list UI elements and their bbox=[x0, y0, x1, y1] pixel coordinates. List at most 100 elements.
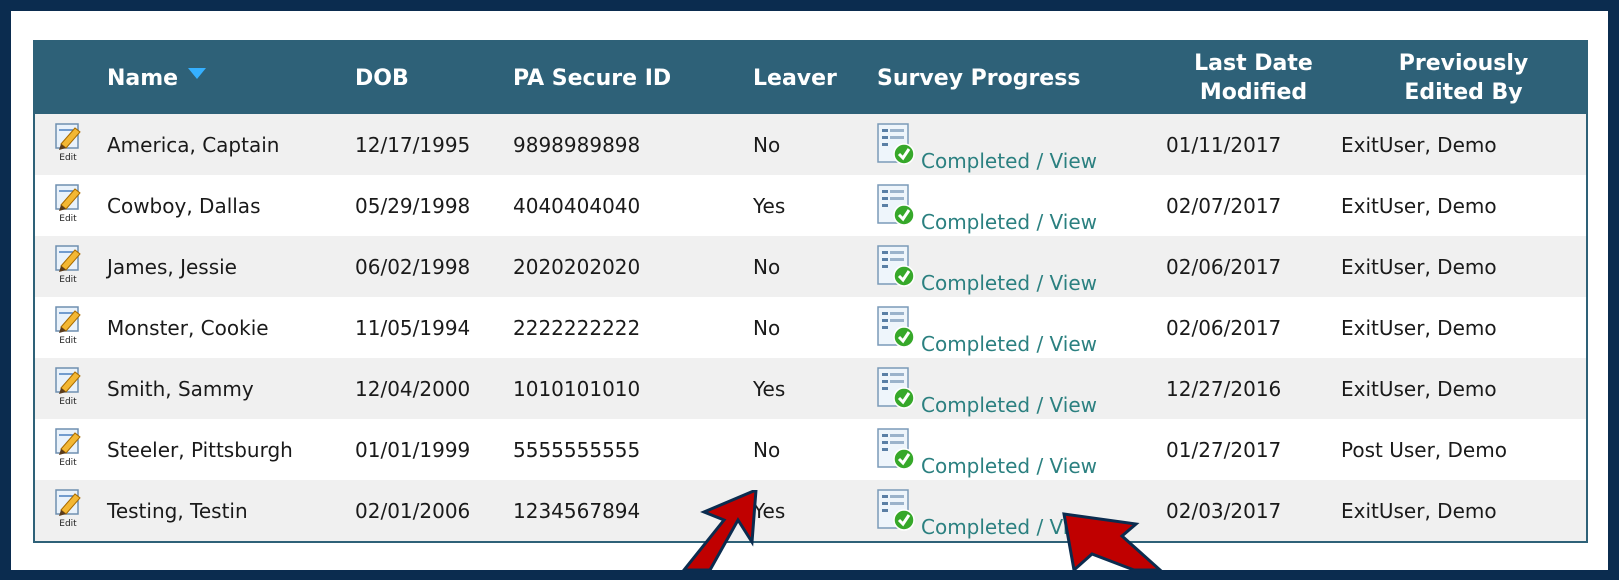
header-pa-secure-id[interactable]: PA Secure ID bbox=[513, 66, 753, 91]
table-row: Edit Cowboy, Dallas 05/29/1998 404040404… bbox=[35, 175, 1586, 236]
cell-survey-progress: Completed / View bbox=[877, 366, 1166, 417]
cell-survey-progress: Completed / View bbox=[877, 122, 1166, 173]
cell-pa-secure-id: 1010101010 bbox=[513, 376, 641, 401]
header-prev-line2: Edited By bbox=[1404, 80, 1523, 105]
cell-name: Monster, Cookie bbox=[107, 315, 269, 340]
cell-name: James, Jessie bbox=[107, 254, 237, 279]
cell-edited-by: ExitUser, Demo bbox=[1341, 315, 1497, 340]
edit-label: Edit bbox=[59, 397, 77, 406]
edit-pencil-icon[interactable]: Edit bbox=[53, 305, 83, 345]
table-row: Edit America, Captain 12/17/1995 9898989… bbox=[35, 114, 1586, 175]
cell-last-modified: 01/11/2017 bbox=[1166, 132, 1282, 157]
cell-edited-by: ExitUser, Demo bbox=[1341, 132, 1497, 157]
survey-completed-view-link[interactable]: Completed / View bbox=[921, 271, 1097, 295]
edit-label: Edit bbox=[59, 519, 77, 528]
survey-completed-view-link[interactable]: Completed / View bbox=[921, 210, 1097, 234]
header-name-label: Name bbox=[107, 65, 179, 91]
edit-label: Edit bbox=[59, 458, 77, 467]
students-table: Name DOB PA Secure ID Leaver Survey Prog… bbox=[33, 40, 1588, 543]
cell-dob: 01/01/1999 bbox=[355, 437, 471, 462]
table-body: Edit America, Captain 12/17/1995 9898989… bbox=[35, 114, 1586, 541]
header-survey-progress[interactable]: Survey Progress bbox=[877, 66, 1166, 91]
header-prev-line1: Previously bbox=[1398, 51, 1529, 76]
survey-check-icon[interactable] bbox=[877, 488, 917, 533]
header-last-date-line1: Last Date bbox=[1194, 51, 1313, 76]
cell-edited-by: ExitUser, Demo bbox=[1341, 498, 1497, 523]
annotation-arrow-right bbox=[1062, 512, 1164, 573]
cell-dob: 12/17/1995 bbox=[355, 132, 471, 157]
edit-cell: Edit bbox=[35, 427, 107, 472]
cell-edited-by: ExitUser, Demo bbox=[1341, 193, 1497, 218]
cell-edited-by: Post User, Demo bbox=[1341, 437, 1507, 462]
survey-check-icon[interactable] bbox=[877, 244, 917, 289]
cell-leaver: Yes bbox=[753, 193, 786, 218]
cell-last-modified: 01/27/2017 bbox=[1166, 437, 1282, 462]
survey-check-icon[interactable] bbox=[877, 183, 917, 228]
header-leaver[interactable]: Leaver bbox=[753, 66, 877, 91]
survey-check-icon[interactable] bbox=[877, 122, 917, 167]
cell-name: Smith, Sammy bbox=[107, 376, 254, 401]
cell-edited-by: ExitUser, Demo bbox=[1341, 376, 1497, 401]
cell-leaver: No bbox=[753, 437, 781, 462]
edit-label: Edit bbox=[59, 153, 77, 162]
header-last-date-line2: Modified bbox=[1199, 80, 1308, 105]
header-previously-edited-by[interactable]: Previously Edited By bbox=[1341, 49, 1586, 107]
survey-check-icon[interactable] bbox=[877, 366, 917, 411]
survey-completed-view-link[interactable]: Completed / View bbox=[921, 332, 1097, 356]
cell-survey-progress: Completed / View bbox=[877, 244, 1166, 295]
table-row: Edit James, Jessie 06/02/1998 2020202020… bbox=[35, 236, 1586, 297]
cell-name: America, Captain bbox=[107, 132, 280, 157]
cell-name: Steeler, Pittsburgh bbox=[107, 437, 293, 462]
edit-pencil-icon[interactable]: Edit bbox=[53, 122, 83, 162]
cell-dob: 12/04/2000 bbox=[355, 376, 471, 401]
survey-completed-view-link[interactable]: Completed / View bbox=[921, 393, 1097, 417]
cell-leaver: No bbox=[753, 254, 781, 279]
edit-pencil-icon[interactable]: Edit bbox=[53, 183, 83, 223]
header-dob[interactable]: DOB bbox=[355, 66, 513, 91]
table-row: Edit Smith, Sammy 12/04/2000 1010101010 … bbox=[35, 358, 1586, 419]
edit-cell: Edit bbox=[35, 122, 107, 167]
cell-dob: 05/29/1998 bbox=[355, 193, 471, 218]
cell-survey-progress: Completed / View bbox=[877, 305, 1166, 356]
edit-label: Edit bbox=[59, 275, 77, 284]
cell-pa-secure-id: 2222222222 bbox=[513, 315, 641, 340]
cell-last-modified: 12/27/2016 bbox=[1166, 376, 1282, 401]
cell-pa-secure-id: 5555555555 bbox=[513, 437, 641, 462]
cell-dob: 11/05/1994 bbox=[355, 315, 471, 340]
edit-pencil-icon[interactable]: Edit bbox=[53, 366, 83, 406]
sort-arrow-icon[interactable] bbox=[188, 67, 207, 79]
cell-survey-progress: Completed / View bbox=[877, 183, 1166, 234]
edit-pencil-icon[interactable]: Edit bbox=[53, 488, 83, 528]
cell-pa-secure-id: 9898989898 bbox=[513, 132, 641, 157]
survey-check-icon[interactable] bbox=[877, 305, 917, 350]
cell-last-modified: 02/06/2017 bbox=[1166, 254, 1282, 279]
header-last-date-modified[interactable]: Last Date Modified bbox=[1166, 49, 1341, 107]
cell-pa-secure-id: 4040404040 bbox=[513, 193, 641, 218]
cell-name: Cowboy, Dallas bbox=[107, 193, 261, 218]
edit-cell: Edit bbox=[35, 488, 107, 533]
survey-completed-view-link[interactable]: Completed / View bbox=[921, 149, 1097, 173]
edit-cell: Edit bbox=[35, 244, 107, 289]
edit-pencil-icon[interactable]: Edit bbox=[53, 427, 83, 467]
table-row: Edit Monster, Cookie 11/05/1994 22222222… bbox=[35, 297, 1586, 358]
cell-leaver: No bbox=[753, 315, 781, 340]
survey-check-icon[interactable] bbox=[877, 427, 917, 472]
header-name[interactable]: Name bbox=[107, 66, 355, 91]
survey-completed-view-link[interactable]: Completed / View bbox=[921, 454, 1097, 478]
cell-leaver: No bbox=[753, 132, 781, 157]
edit-label: Edit bbox=[59, 214, 77, 223]
cell-last-modified: 02/06/2017 bbox=[1166, 315, 1282, 340]
edit-cell: Edit bbox=[35, 366, 107, 411]
cell-edited-by: ExitUser, Demo bbox=[1341, 254, 1497, 279]
table-row: Edit Steeler, Pittsburgh 01/01/1999 5555… bbox=[35, 419, 1586, 480]
edit-label: Edit bbox=[59, 336, 77, 345]
cell-last-modified: 02/03/2017 bbox=[1166, 498, 1282, 523]
cell-survey-progress: Completed / View bbox=[877, 427, 1166, 478]
cell-name: Testing, Testin bbox=[107, 498, 248, 523]
cell-leaver: Yes bbox=[753, 376, 786, 401]
cell-dob: 02/01/2006 bbox=[355, 498, 471, 523]
table-header-row: Name DOB PA Secure ID Leaver Survey Prog… bbox=[35, 42, 1586, 114]
edit-pencil-icon[interactable]: Edit bbox=[53, 244, 83, 284]
content-panel: Name DOB PA Secure ID Leaver Survey Prog… bbox=[11, 11, 1608, 570]
table-row: Edit Testing, Testin 02/01/2006 12345678… bbox=[35, 480, 1586, 541]
